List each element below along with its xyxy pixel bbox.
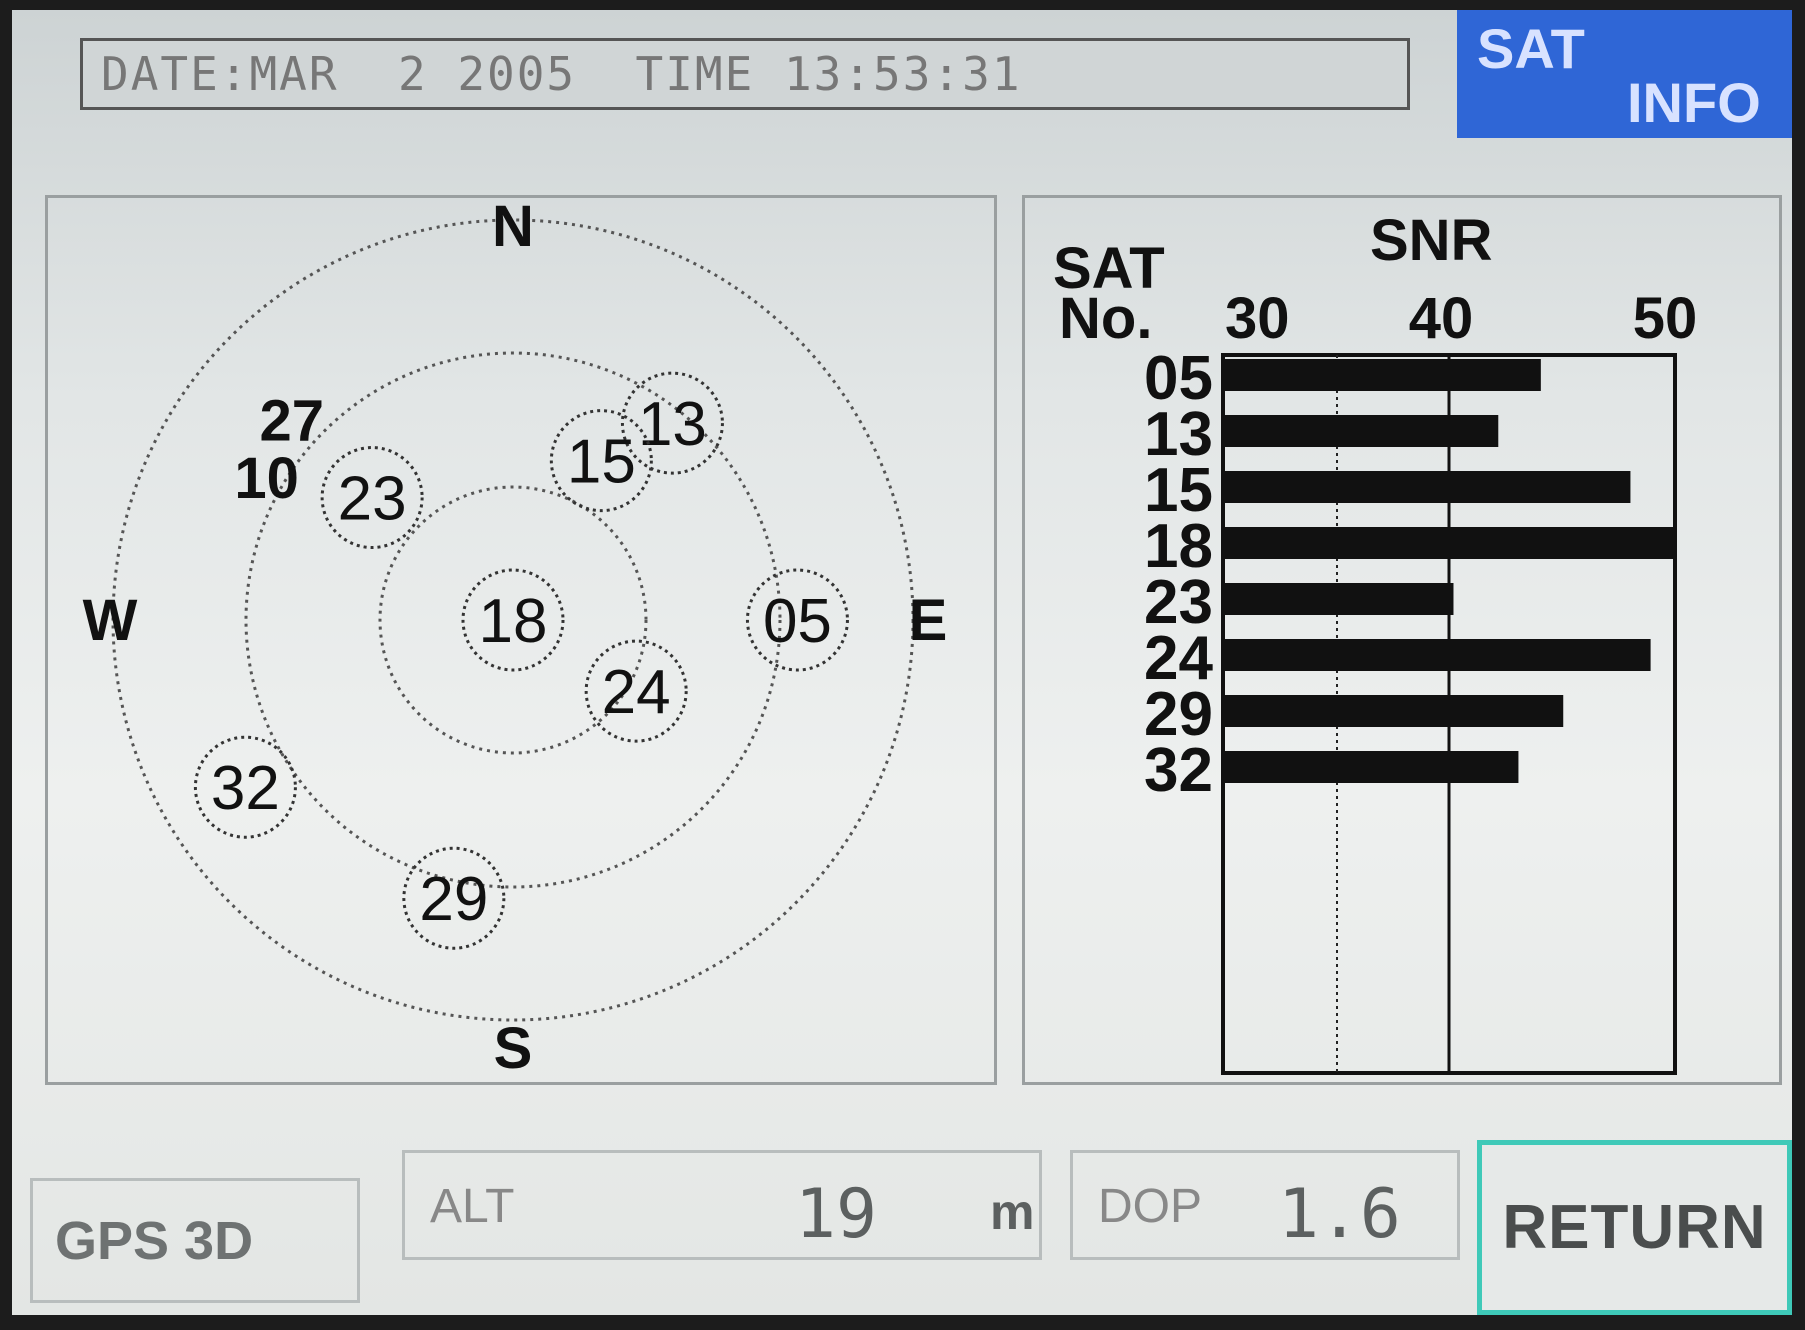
sat-marker: 15 <box>549 409 653 513</box>
compass-east: E <box>909 588 948 653</box>
title-line-1: SAT <box>1477 17 1585 80</box>
return-button[interactable]: RETURN <box>1477 1140 1792 1315</box>
sat-marker: 18 <box>461 568 565 672</box>
altitude-box: ALT 19 m <box>402 1150 1042 1260</box>
snr-bar <box>1225 695 1564 727</box>
compass-north: N <box>492 198 534 259</box>
snr-panel: SAT No. SNR 30 40 50 05 13 15 18 23 24 29 32 <box>1022 195 1782 1085</box>
dop-label: DOP <box>1098 1180 1203 1233</box>
snr-bar <box>1225 527 1673 559</box>
sat-untracked-label: 27 <box>259 389 324 454</box>
snr-bar <box>1225 639 1651 671</box>
sat-marker: 32 <box>193 735 297 839</box>
sat-marker-label: 15 <box>567 428 636 497</box>
title-line-2: INFO <box>1627 71 1761 134</box>
snr-tick-label: 40 <box>1409 286 1474 351</box>
snr-bar <box>1225 751 1519 783</box>
sat-marker: 05 <box>745 568 849 672</box>
gps-screen: DATE:MAR 2 2005 TIME 13:53:31 SAT INFO N… <box>12 10 1792 1315</box>
sat-untracked-label: 10 <box>234 446 299 511</box>
sat-marker-label: 32 <box>211 754 280 823</box>
snr-header-no: No. <box>1059 286 1152 351</box>
sat-marker-label: 23 <box>338 465 407 534</box>
snr-bar <box>1225 359 1541 391</box>
sat-marker: 23 <box>320 446 424 550</box>
snr-bar <box>1225 471 1631 503</box>
sat-marker: 24 <box>584 639 688 743</box>
skyplot-panel: N S E W 13 23 15 18 24 05 32 29 27 10 <box>45 194 997 1085</box>
sat-marker-label: 05 <box>763 587 832 656</box>
sat-marker-label: 18 <box>479 587 548 656</box>
snr-tick-label: 50 <box>1633 286 1698 351</box>
altitude-unit: m <box>990 1184 1035 1240</box>
sat-info-title: SAT INFO <box>1457 10 1792 138</box>
sat-marker: 13 <box>620 371 724 475</box>
sat-marker-label: 13 <box>638 390 707 459</box>
snr-sat-label: 32 <box>1144 736 1213 805</box>
compass-south: S <box>494 1016 533 1081</box>
snr-bar <box>1225 415 1499 447</box>
altitude-value: 19 <box>795 1175 877 1254</box>
altitude-label: ALT <box>430 1180 515 1233</box>
sat-marker-label: 24 <box>602 658 671 727</box>
fix-status: GPS 3D <box>30 1178 360 1303</box>
snr-chart: SAT No. SNR 30 40 50 0513151823242932 <box>1053 208 1698 1075</box>
snr-bar <box>1225 583 1454 615</box>
sat-marker-label: 29 <box>419 865 488 934</box>
compass-west: W <box>83 588 138 653</box>
snr-header-title: SNR <box>1370 208 1492 273</box>
dop-value: 1.6 <box>1278 1175 1401 1254</box>
skyplot: N S E W 13 23 15 18 24 05 32 29 2710 <box>83 194 948 1081</box>
sat-marker: 29 <box>402 846 506 950</box>
datetime-bar: DATE:MAR 2 2005 TIME 13:53:31 <box>80 38 1410 110</box>
snr-tick-label: 30 <box>1225 286 1290 351</box>
dop-box: DOP 1.6 <box>1070 1150 1460 1260</box>
